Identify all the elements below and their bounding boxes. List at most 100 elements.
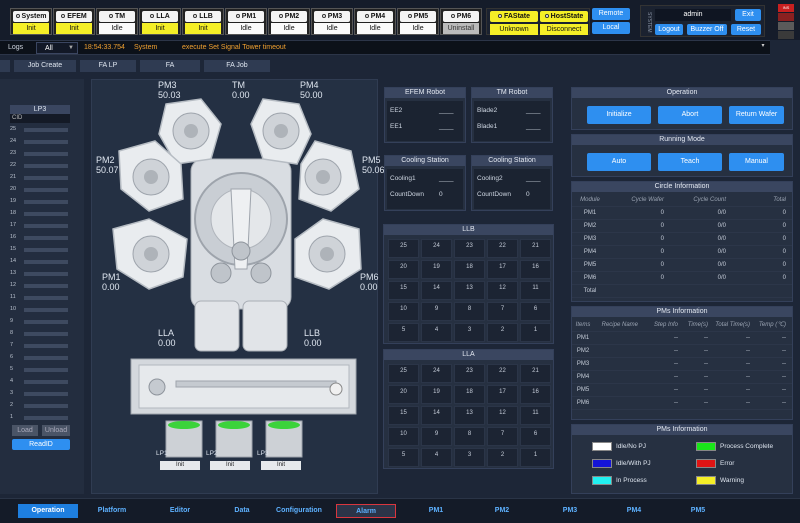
lp1-port[interactable] xyxy=(165,420,203,458)
logout-button[interactable]: Logout xyxy=(655,24,683,35)
lp3-slot-bar[interactable] xyxy=(24,140,68,144)
readid-button[interactable]: ReadID xyxy=(12,439,70,450)
wafer-slot[interactable]: 17 xyxy=(487,260,518,279)
pm1-chamber[interactable] xyxy=(112,218,188,290)
wafer-slot[interactable]: 24 xyxy=(421,364,452,383)
wafer-slot[interactable]: 8 xyxy=(454,302,485,321)
wafer-slot[interactable]: 25 xyxy=(388,364,419,383)
wafer-slot[interactable]: 3 xyxy=(454,323,485,342)
lp2-port[interactable] xyxy=(215,420,253,458)
wafer-slot[interactable]: 19 xyxy=(421,260,452,279)
pm5-chamber[interactable] xyxy=(298,140,360,212)
nav-tab-configuration[interactable]: Configuration xyxy=(268,504,330,518)
wafer-slot[interactable]: 4 xyxy=(421,448,452,467)
wafer-slot[interactable]: 22 xyxy=(487,364,518,383)
wafer-slot[interactable]: 1 xyxy=(520,448,551,467)
wafer-slot[interactable]: 14 xyxy=(421,281,452,300)
lp3-slot-bar[interactable] xyxy=(24,416,68,420)
nav-tab-editor[interactable]: Editor xyxy=(150,504,210,518)
status-efem[interactable]: EFEM Init xyxy=(53,8,95,35)
lp3-slot-bar[interactable] xyxy=(24,260,68,264)
wafer-slot[interactable]: 13 xyxy=(454,281,485,300)
wafer-slot[interactable]: 6 xyxy=(520,427,551,446)
nav-tab-pm4[interactable]: PM4 xyxy=(604,504,664,518)
lp3-slot-bar[interactable] xyxy=(24,404,68,408)
lp3-slot-bar[interactable] xyxy=(24,176,68,180)
wafer-slot[interactable]: 20 xyxy=(388,385,419,404)
pm4-chamber[interactable] xyxy=(250,98,312,165)
status-pm1[interactable]: PM1 Idle xyxy=(225,8,267,35)
lp3-slot-bar[interactable] xyxy=(24,152,68,156)
lp3-slot-bar[interactable] xyxy=(24,368,68,372)
lp3-slot-bar[interactable] xyxy=(24,248,68,252)
nav-tab-pm2[interactable]: PM2 xyxy=(472,504,532,518)
nav-tab-pm3[interactable]: PM3 xyxy=(540,504,600,518)
wafer-slot[interactable]: 13 xyxy=(454,406,485,425)
lp3-slot-bar[interactable] xyxy=(24,128,68,132)
wafer-slot[interactable]: 17 xyxy=(487,385,518,404)
nav-tab-alarm[interactable]: Alarm xyxy=(336,504,396,518)
lp3-slot-bar[interactable] xyxy=(24,392,68,396)
wafer-slot[interactable]: 10 xyxy=(388,302,419,321)
return-wafer-button[interactable]: Return Wafer xyxy=(729,106,784,124)
load-button[interactable]: Load xyxy=(12,425,38,436)
lp3-slot-bar[interactable] xyxy=(24,224,68,228)
lp3-slot-bar[interactable] xyxy=(24,284,68,288)
lp3-port[interactable] xyxy=(265,420,303,458)
wafer-slot[interactable]: 23 xyxy=(454,364,485,383)
wafer-slot[interactable]: 20 xyxy=(388,260,419,279)
lp3-slot-bar[interactable] xyxy=(24,164,68,168)
lp3-slot-bar[interactable] xyxy=(24,380,68,384)
wafer-slot[interactable]: 2 xyxy=(487,448,518,467)
lla-chamber[interactable] xyxy=(194,300,240,352)
lp3-slot-bar[interactable] xyxy=(24,320,68,324)
wafer-slot[interactable]: 9 xyxy=(421,302,452,321)
wafer-slot[interactable]: 23 xyxy=(454,239,485,258)
logs-filter-select[interactable]: All ▼ xyxy=(36,42,78,54)
subtab-3[interactable]: FA Job xyxy=(204,60,270,72)
llb-chamber[interactable] xyxy=(242,300,288,352)
status-system[interactable]: System Init xyxy=(10,8,52,35)
lp3-slot-bar[interactable] xyxy=(24,212,68,216)
wafer-slot[interactable]: 14 xyxy=(421,406,452,425)
lp3-slot-bar[interactable] xyxy=(24,200,68,204)
status-llb[interactable]: LLB Init xyxy=(182,8,224,35)
buzzer-off-button[interactable]: Buzzer Off xyxy=(687,24,727,35)
subtab-1[interactable]: FA LP xyxy=(80,60,136,72)
status-tm[interactable]: TM Idle xyxy=(96,8,138,35)
wafer-slot[interactable]: 15 xyxy=(388,406,419,425)
local-button[interactable]: Local xyxy=(592,22,630,34)
nav-tab-data[interactable]: Data xyxy=(212,504,272,518)
manual-button[interactable]: Manual xyxy=(729,153,784,171)
wafer-slot[interactable]: 22 xyxy=(487,239,518,258)
wafer-slot[interactable]: 21 xyxy=(520,239,551,258)
nav-tab-platform[interactable]: Platform xyxy=(82,504,142,518)
wafer-slot[interactable]: 5 xyxy=(388,323,419,342)
lp3-slot-bar[interactable] xyxy=(24,296,68,300)
status-pm6[interactable]: PM6 Uninstall xyxy=(440,8,482,35)
exit-button[interactable]: Exit xyxy=(735,9,761,21)
wafer-slot[interactable]: 21 xyxy=(520,364,551,383)
status-lla[interactable]: LLA Init xyxy=(139,8,181,35)
wafer-slot[interactable]: 1 xyxy=(520,323,551,342)
wafer-slot[interactable]: 7 xyxy=(487,427,518,446)
abort-button[interactable]: Abort xyxy=(658,106,722,124)
wafer-slot[interactable]: 11 xyxy=(520,406,551,425)
wafer-slot[interactable]: 7 xyxy=(487,302,518,321)
wafer-slot[interactable]: 16 xyxy=(520,385,551,404)
remote-button[interactable]: Remote xyxy=(592,8,630,20)
nav-tab-operation[interactable]: Operation xyxy=(18,504,78,518)
teach-button[interactable]: Teach xyxy=(658,153,722,171)
wafer-slot[interactable]: 18 xyxy=(454,385,485,404)
lp3-slot-bar[interactable] xyxy=(24,188,68,192)
reset-button[interactable]: Reset xyxy=(731,24,761,35)
wafer-slot[interactable]: 12 xyxy=(487,406,518,425)
wafer-slot[interactable]: 12 xyxy=(487,281,518,300)
nav-tab-pm5[interactable]: PM5 xyxy=(668,504,728,518)
wafer-slot[interactable]: 25 xyxy=(388,239,419,258)
subtab-2[interactable]: FA xyxy=(140,60,200,72)
efem-module[interactable] xyxy=(130,358,357,415)
status-pm5[interactable]: PM5 Idle xyxy=(397,8,439,35)
initialize-button[interactable]: Initialize xyxy=(587,106,651,124)
wafer-slot[interactable]: 15 xyxy=(388,281,419,300)
